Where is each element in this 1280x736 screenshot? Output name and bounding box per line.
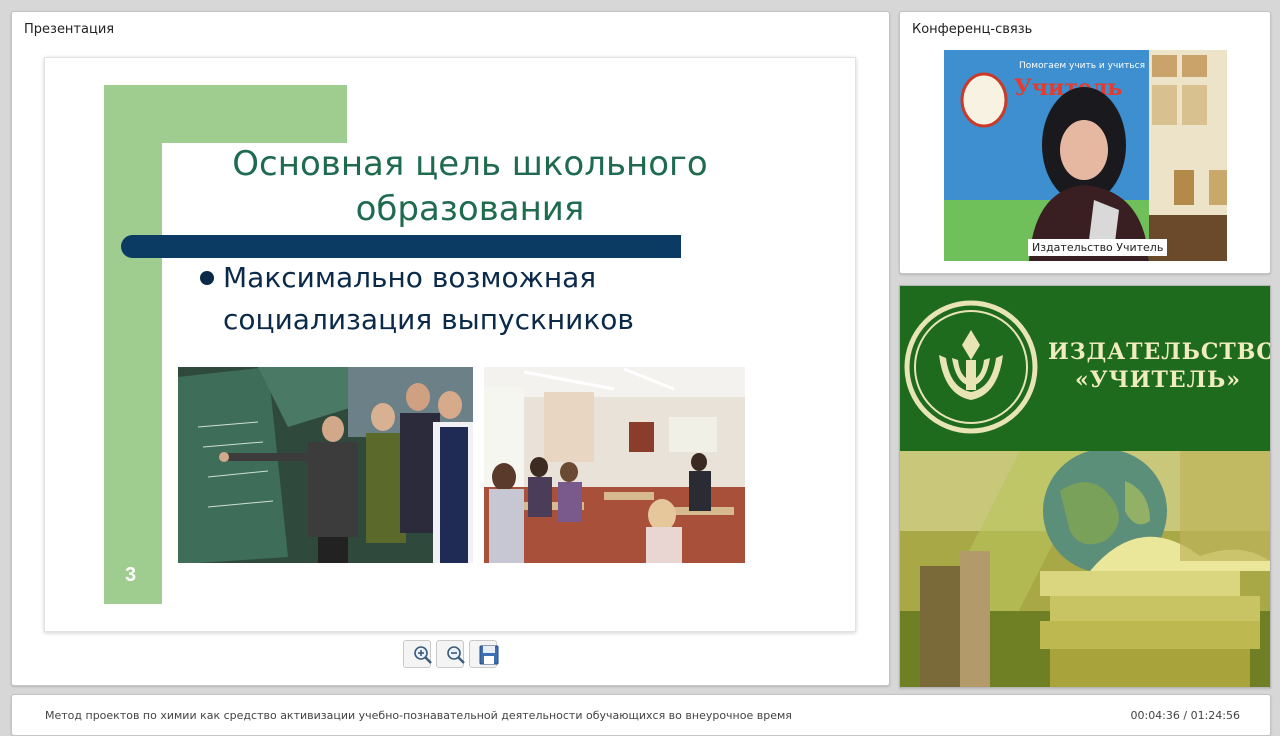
save-button[interactable] xyxy=(469,640,499,668)
footer-bar: Метод проектов по химии как средство акт… xyxy=(11,694,1271,736)
slide: 3 Основная цель школьного образования Ма… xyxy=(44,57,856,632)
books-globe-illustration xyxy=(900,451,1270,687)
playback-time: 00:04:36 / 01:24:56 xyxy=(1130,709,1240,722)
zoom-out-icon xyxy=(447,646,465,664)
brand-name: ИЗДАТЕЛЬСТВО «УЧИТЕЛЬ» xyxy=(1048,338,1271,394)
presentation-panel-title: Презентация xyxy=(24,22,115,37)
banner-slogan: Помогаем учить и учиться xyxy=(1019,61,1145,71)
presentation-panel: Презентация 3 Основная цель школьного об… xyxy=(11,11,890,686)
bullet-dot-icon xyxy=(200,271,214,285)
conference-video[interactable]: Помогаем учить и учиться Учитель Издател… xyxy=(944,50,1227,261)
slide-title-underline-bar xyxy=(121,235,681,258)
participant-name-label: Издательство Учитель xyxy=(1028,239,1168,256)
publisher-brand-panel: ИЗДАТЕЛЬСТВО «УЧИТЕЛЬ» xyxy=(899,285,1271,688)
slide-photo-blackboard xyxy=(178,367,473,563)
slide-photo-classroom xyxy=(484,367,745,563)
slide-bullet-text: Максимально возможная социализация выпус… xyxy=(223,261,634,336)
blackboard-photo-image xyxy=(178,367,473,563)
zoom-out-button[interactable] xyxy=(436,640,465,668)
conference-panel-title: Конференц-связь xyxy=(912,22,1033,37)
zoom-in-icon xyxy=(414,646,432,664)
save-icon xyxy=(479,645,499,665)
webinar-title: Метод проектов по химии как средство акт… xyxy=(45,709,792,722)
speaker-video-image: Помогаем учить и учиться Учитель xyxy=(944,50,1227,261)
slide-green-left-band xyxy=(104,85,162,604)
classroom-photo-image xyxy=(484,367,745,563)
slide-number: 3 xyxy=(125,564,137,586)
brand-books-globe-image xyxy=(900,451,1270,687)
brand-header: ИЗДАТЕЛЬСТВО «УЧИТЕЛЬ» xyxy=(900,286,1270,451)
publisher-logo-icon xyxy=(904,300,1038,434)
brand-name-line1: ИЗДАТЕЛЬСТВО xyxy=(1048,339,1271,365)
brand-name-line2: «УЧИТЕЛЬ» xyxy=(1075,367,1241,393)
conference-panel: Конференц-связь Помогаем учить и учиться… xyxy=(899,11,1271,274)
slide-title: Основная цель школьного образования xyxy=(232,144,708,229)
zoom-in-button[interactable] xyxy=(403,640,432,668)
